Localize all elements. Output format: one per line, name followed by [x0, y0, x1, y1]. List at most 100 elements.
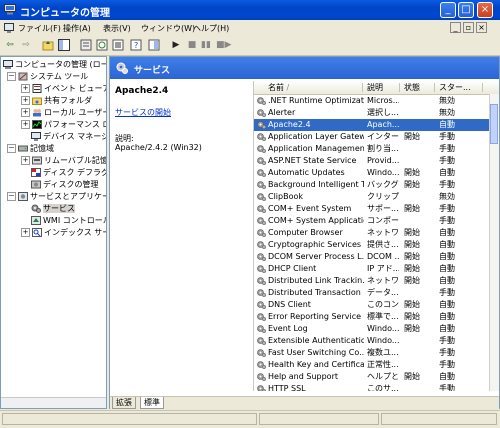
list-header: 名前 / 説明 状態 スター...	[254, 81, 499, 95]
table-row[interactable]: ClipBook クリップ... 無効	[254, 191, 490, 203]
tree-horizontal-scrollbar[interactable]	[1, 397, 106, 408]
table-row[interactable]: Background Intelligent T...バックグ... 開始 手動	[254, 179, 490, 191]
tree-item-services[interactable]: サービス	[31, 203, 75, 215]
table-row[interactable]: COM+ Event System サポー... 開始 手動	[254, 203, 490, 215]
table-row[interactable]: Automatic Updates Windo... 開始 自動	[254, 167, 490, 179]
table-row[interactable]: Alerter 選択し... 無効	[254, 107, 490, 119]
menu-action[interactable]: 操作(A)	[63, 23, 91, 34]
service-gear-icon	[257, 373, 266, 381]
column-header-name[interactable]: 名前 /	[268, 82, 348, 93]
doc-close-button[interactable]: ×	[476, 22, 487, 33]
minimize-button[interactable]: _	[440, 2, 456, 18]
tab-extended[interactable]: 拡張	[112, 397, 136, 409]
stop-service-icon[interactable]: ■	[186, 39, 198, 51]
back-icon[interactable]: ⇦	[4, 39, 16, 51]
cell-name: Apache2.4	[268, 120, 311, 129]
doc-restore-button[interactable]: ▫	[463, 22, 474, 33]
console-tree[interactable]: コンピュータの管理 (ローカル) －システム ツール +イベント ビューア +共…	[0, 56, 107, 409]
help-icon[interactable]: ?	[130, 39, 142, 51]
column-divider	[362, 83, 363, 92]
tree-item-performance-logs[interactable]: +パフォーマンス ログと警告	[21, 119, 106, 131]
table-row[interactable]: DCOM Server Process L... DCOM ... 開始 自動	[254, 251, 490, 263]
column-header-description[interactable]: 説明	[367, 82, 397, 93]
tree-item-disk-defrag[interactable]: ディスク デフラグ ツール	[31, 167, 106, 179]
tree-item-device-manager[interactable]: デバイス マネージャ	[31, 131, 106, 143]
service-gear-icon	[257, 157, 266, 165]
refresh-icon[interactable]	[96, 39, 108, 51]
table-row[interactable]: HTTP SSL このサ... 手動	[254, 383, 490, 391]
tree-item-services-and-applications[interactable]: －サービスとアプリケーション	[7, 191, 106, 203]
cell-status: 開始	[404, 228, 420, 237]
cell-name: Health Key and Certifica...	[268, 360, 364, 369]
list-vertical-scrollbar[interactable]	[489, 94, 499, 391]
table-row[interactable]: Health Key and Certifica... 正常性... 手動	[254, 359, 490, 371]
tree-item-disk-management[interactable]: ディスクの管理	[31, 179, 98, 191]
menu-file[interactable]: ファイル(F)	[18, 23, 61, 34]
collapse-icon[interactable]: －	[7, 72, 16, 81]
table-row[interactable]: .NET Runtime Optimizati... Micros... 無効	[254, 95, 490, 107]
table-row[interactable]: Distributed Link Trackin...ネットワ... 開始 自動	[254, 275, 490, 287]
expand-icon[interactable]: +	[21, 120, 30, 129]
tree-item-local-users[interactable]: +ローカル ユーザーとグループ	[21, 107, 106, 119]
export-list-icon[interactable]	[112, 39, 124, 51]
doc-minimize-button[interactable]: _	[450, 22, 461, 33]
table-row[interactable]: Error Reporting Service 標準で... 開始 自動	[254, 311, 490, 323]
start-service-link[interactable]: サービスの開始	[115, 107, 171, 118]
table-row[interactable]: Application Layer Gatew...インター... 開始 手動	[254, 131, 490, 143]
expand-icon[interactable]: +	[21, 84, 30, 93]
tree-item-system-tools[interactable]: －システム ツール	[7, 71, 88, 83]
show-tree-icon[interactable]	[58, 39, 70, 51]
maximize-button[interactable]: □	[458, 2, 474, 18]
menu-window[interactable]: ウィンドウ(W)	[141, 23, 195, 34]
table-row[interactable]: Computer Browser ネットワ... 開始 自動	[254, 227, 490, 239]
expand-icon[interactable]: +	[21, 228, 30, 237]
scrollbar-thumb[interactable]	[490, 104, 498, 144]
table-row[interactable]: Help and Support ヘルプと... 開始 自動	[254, 371, 490, 383]
expand-icon[interactable]: +	[21, 108, 30, 117]
expand-icon[interactable]: +	[21, 96, 30, 105]
restart-service-icon[interactable]: ■▶	[216, 39, 231, 51]
close-button[interactable]: ×	[477, 2, 493, 18]
forward-icon[interactable]: ⇨	[20, 39, 32, 51]
tree-item-indexing-service[interactable]: +インデックス サービス	[21, 227, 106, 239]
cell-description: データ...	[367, 288, 399, 297]
tree-item-removable-storage[interactable]: +リムーバブル記憶域	[21, 155, 106, 167]
table-row[interactable]: Apache2.4 Apach... 自動	[254, 119, 490, 131]
expand-icon[interactable]: +	[21, 156, 30, 165]
cell-startup-type: 手動	[439, 360, 455, 369]
table-row[interactable]: DNS Client このコン... 開始 自動	[254, 299, 490, 311]
properties-icon[interactable]	[80, 39, 92, 51]
title-bar[interactable]: コンピュータの管理 _ □ ×	[0, 0, 500, 20]
menu-help[interactable]: ヘルプ(H)	[193, 23, 229, 34]
column-header-startup-type[interactable]: スター...	[439, 82, 481, 93]
document-menu-icon[interactable]	[4, 23, 14, 33]
show-hide-icon[interactable]	[148, 39, 160, 51]
column-header-status[interactable]: 状態	[404, 82, 434, 93]
start-service-icon[interactable]: ▶	[170, 39, 182, 51]
table-row[interactable]: Distributed Transaction ... データ... 手動	[254, 287, 490, 299]
tree-item-computer-management[interactable]: コンピュータの管理 (ローカル)	[3, 59, 106, 71]
cell-name: Distributed Transaction ...	[268, 288, 364, 297]
cell-name: ClipBook	[268, 192, 304, 201]
tree-item-shared-folders[interactable]: + 共有フォルダ	[21, 95, 92, 107]
table-row[interactable]: Event Log Windo... 開始 自動	[254, 323, 490, 335]
tab-standard[interactable]: 標準	[140, 397, 164, 409]
up-folder-icon[interactable]	[42, 39, 54, 51]
collapse-icon[interactable]: －	[7, 144, 16, 153]
table-row[interactable]: COM+ System Applicationコンポー... 手動	[254, 215, 490, 227]
table-row[interactable]: Cryptographic Services 提供さ... 開始 自動	[254, 239, 490, 251]
tree-item-wmi-control[interactable]: WMI コントロール	[31, 215, 106, 227]
device-manager-icon	[31, 132, 41, 141]
table-row[interactable]: ASP.NET State Service Provid... 手動	[254, 155, 490, 167]
services-list[interactable]: 名前 / 説明 状態 スター... .NET Runtime Optimizat…	[253, 81, 499, 391]
table-row[interactable]: Application Management 割り当... 手動	[254, 143, 490, 155]
pause-service-icon[interactable]: ▮▮	[200, 39, 212, 51]
tree-item-event-viewer[interactable]: + イベント ビューア	[21, 83, 106, 95]
table-row[interactable]: Fast User Switching Co... 複数ユ... 手動	[254, 347, 490, 359]
collapse-icon[interactable]: －	[7, 192, 16, 201]
services-icon	[31, 204, 41, 213]
menu-view[interactable]: 表示(V)	[103, 23, 131, 34]
tree-item-storage[interactable]: －記憶域	[7, 143, 54, 155]
table-row[interactable]: Extensible Authenticatio... Windo... 手動	[254, 335, 490, 347]
table-row[interactable]: DHCP Client IP アド... 開始 自動	[254, 263, 490, 275]
